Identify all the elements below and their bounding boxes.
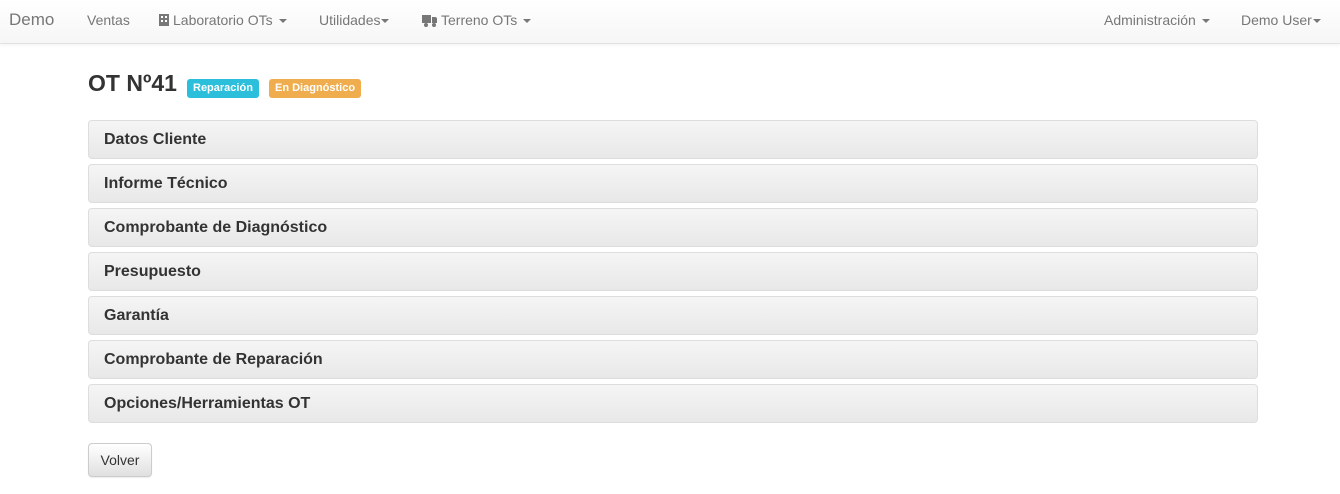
panel-title: Informe Técnico — [104, 175, 228, 192]
nav-item-administracion[interactable]: Administración — [1104, 0, 1210, 44]
nav-item-label: Terreno OTs — [441, 12, 518, 28]
page-title: OT Nº41 — [88, 70, 177, 96]
nav-item-utilidades[interactable]: Utilidades — [319, 0, 390, 44]
panel-datos-cliente[interactable]: Datos Cliente — [88, 120, 1258, 159]
chevron-down-icon — [1201, 19, 1210, 24]
chevron-down-icon — [1312, 19, 1321, 24]
status-badge-state: En Diagnóstico — [269, 79, 362, 98]
nav-item-label: Ventas — [87, 12, 130, 28]
panel-title: Comprobante de Reparación — [104, 351, 323, 368]
top-navbar: Demo Ventas Laboratorio OTs Utilidades T… — [0, 0, 1340, 44]
panel-opciones-herramientas[interactable]: Opciones/Herramientas OT — [88, 384, 1258, 423]
panel-informe-tecnico[interactable]: Informe Técnico — [88, 164, 1258, 203]
nav-item-label: Administración — [1104, 12, 1196, 28]
nav-item-terreno-ots[interactable]: Terreno OTs — [422, 0, 532, 44]
chevron-down-icon — [278, 19, 287, 24]
panel-presupuesto[interactable]: Presupuesto — [88, 252, 1258, 291]
chevron-down-icon — [381, 19, 390, 24]
panel-title: Presupuesto — [104, 263, 201, 280]
nav-item-label: Utilidades — [319, 12, 381, 28]
status-badge-type: Reparación — [187, 79, 259, 98]
navbar-brand[interactable]: Demo — [9, 0, 54, 44]
nav-item-user-menu[interactable]: Demo User — [1241, 0, 1321, 44]
back-button[interactable]: Volver — [88, 443, 152, 477]
truck-icon — [422, 14, 437, 27]
chevron-down-icon — [523, 19, 532, 24]
panel-title: Comprobante de Diagnóstico — [104, 219, 328, 236]
panel-title: Opciones/Herramientas OT — [104, 395, 311, 412]
panel-title: Datos Cliente — [104, 131, 207, 148]
panel-title: Garantía — [104, 307, 169, 324]
nav-item-ventas[interactable]: Ventas — [87, 0, 130, 44]
panel-comprobante-reparacion[interactable]: Comprobante de Reparación — [88, 340, 1258, 379]
nav-item-label: Laboratorio OTs — [173, 12, 273, 28]
nav-item-laboratorio-ots[interactable]: Laboratorio OTs — [159, 0, 287, 44]
nav-item-label: Demo User — [1241, 12, 1312, 28]
panel-comprobante-diagnostico[interactable]: Comprobante de Diagnóstico — [88, 208, 1258, 247]
panel-garantia[interactable]: Garantía — [88, 296, 1258, 335]
building-icon — [159, 14, 169, 27]
